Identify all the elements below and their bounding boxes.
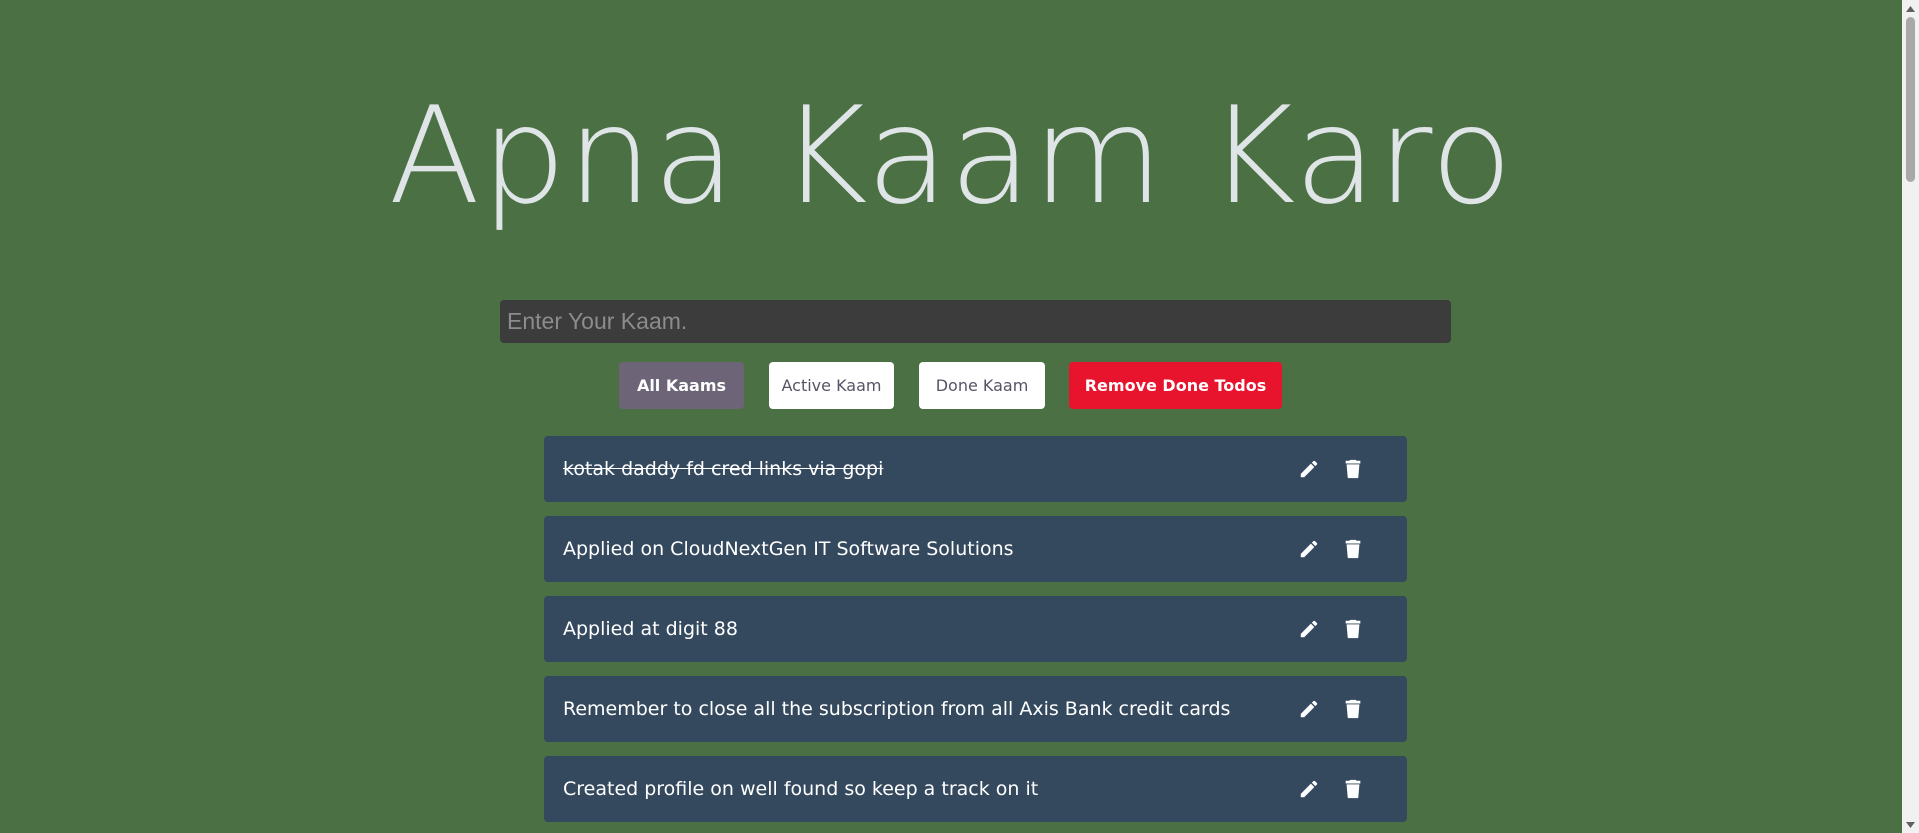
trash-icon xyxy=(1345,539,1361,559)
scroll-up-arrow-icon[interactable] xyxy=(1902,0,1919,17)
scrollbar-thumb[interactable] xyxy=(1906,17,1915,182)
page: Apna Kaam Karo All Kaams Active Kaam Don… xyxy=(0,0,1919,833)
delete-button[interactable] xyxy=(1341,697,1365,721)
todo-item: Applied at digit 88 xyxy=(544,596,1407,662)
done-kaam-button[interactable]: Done Kaam xyxy=(919,362,1045,409)
kaam-input[interactable] xyxy=(500,300,1451,343)
trash-icon xyxy=(1345,779,1361,799)
todo-item: Remember to close all the subscription f… xyxy=(544,676,1407,742)
pencil-icon xyxy=(1300,620,1318,638)
active-kaam-button[interactable]: Active Kaam xyxy=(769,362,894,409)
todo-item: kotak daddy fd cred links via gopi xyxy=(544,436,1407,502)
edit-button[interactable] xyxy=(1297,457,1321,481)
pencil-icon xyxy=(1300,540,1318,558)
delete-button[interactable] xyxy=(1341,457,1365,481)
pencil-icon xyxy=(1300,460,1318,478)
edit-button[interactable] xyxy=(1297,617,1321,641)
delete-button[interactable] xyxy=(1341,537,1365,561)
todo-list: kotak daddy fd cred links via gopi Appli… xyxy=(544,436,1407,833)
scroll-down-arrow-icon[interactable] xyxy=(1902,816,1919,833)
page-title: Apna Kaam Karo xyxy=(388,78,1514,234)
pencil-icon xyxy=(1300,700,1318,718)
edit-button[interactable] xyxy=(1297,777,1321,801)
delete-button[interactable] xyxy=(1341,617,1365,641)
trash-icon xyxy=(1345,459,1361,479)
edit-button[interactable] xyxy=(1297,697,1321,721)
vertical-scrollbar[interactable] xyxy=(1902,0,1919,833)
trash-icon xyxy=(1345,619,1361,639)
trash-icon xyxy=(1345,699,1361,719)
todo-text[interactable]: Applied at digit 88 xyxy=(563,596,738,662)
todo-text[interactable]: Created profile on well found so keep a … xyxy=(563,756,1038,822)
todo-text[interactable]: kotak daddy fd cred links via gopi xyxy=(563,436,883,502)
delete-button[interactable] xyxy=(1341,777,1365,801)
todo-text[interactable]: Applied on CloudNextGen IT Software Solu… xyxy=(563,516,1014,582)
kaam-input-wrapper xyxy=(500,300,1451,343)
todo-item: Created profile on well found so keep a … xyxy=(544,756,1407,822)
remove-done-todos-button[interactable]: Remove Done Todos xyxy=(1069,362,1282,409)
pencil-icon xyxy=(1300,780,1318,798)
edit-button[interactable] xyxy=(1297,537,1321,561)
all-kaams-button[interactable]: All Kaams xyxy=(619,362,744,409)
todo-item: Applied on CloudNextGen IT Software Solu… xyxy=(544,516,1407,582)
todo-text[interactable]: Remember to close all the subscription f… xyxy=(563,676,1230,742)
